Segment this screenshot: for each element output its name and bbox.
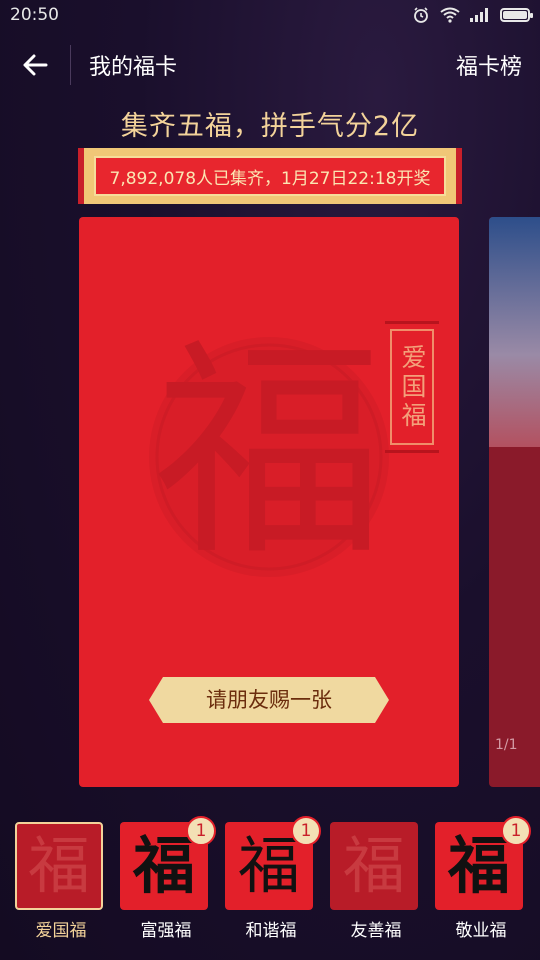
header-divider	[70, 45, 71, 85]
fu-icon: 福	[342, 829, 405, 902]
tray-item-jingye[interactable]: 福 1 敬业福	[435, 816, 531, 941]
slogan: 集齐五福，拼手气分2亿	[120, 111, 420, 142]
tray-item-hexie[interactable]: 福 1 和谐福	[225, 816, 321, 941]
rank-link[interactable]: 福卡榜	[456, 49, 522, 81]
tray-thumb: 福	[330, 822, 418, 910]
next-card-preview[interactable]: 1/1	[489, 217, 540, 787]
back-button[interactable]	[0, 30, 70, 100]
alarm-icon	[414, 7, 428, 23]
tray-item-label: 和谐福	[245, 921, 297, 941]
tray-item-label: 富强福	[140, 921, 192, 941]
tray-item-label: 友善福	[350, 921, 402, 941]
tray-thumb: 福	[15, 822, 103, 910]
tray-thumb: 福 1	[120, 816, 216, 910]
tray-item-aiguo[interactable]: 福 爱国福	[15, 822, 107, 941]
fu-icon: 福	[447, 829, 510, 902]
card-tray: 福 爱国福 福 1 富强福 福 1 和谐福 福 友善福 福 1 敬业福	[0, 816, 540, 960]
fu-emblem-glyph: 福	[154, 320, 384, 587]
ask-friend-button[interactable]: 请朋友赐一张	[149, 677, 389, 723]
battery-icon	[500, 8, 533, 22]
tray-item-fuqiang[interactable]: 福 1 富强福	[120, 816, 216, 941]
status-icons	[412, 6, 533, 24]
lottery-banner-text: 7,892,078人已集齐，1月27日22:18开奖	[94, 156, 446, 196]
tray-item-youshan[interactable]: 福 友善福	[330, 822, 422, 941]
card-type-label: 爱国福	[385, 321, 439, 453]
fu-emblem: 福	[139, 307, 399, 611]
fu-icon: 福	[237, 829, 300, 902]
status-bar: 20:50	[0, 0, 540, 30]
tray-thumb: 福 1	[435, 816, 531, 910]
ask-friend-label: 请朋友赐一张	[206, 688, 332, 712]
count-badge: 1	[291, 816, 321, 846]
tray-item-label: 爱国福	[35, 921, 87, 941]
lottery-banner: 7,892,078人已集齐，1月27日22:18开奖	[78, 148, 462, 204]
card-type-text: 爱国福	[390, 329, 434, 445]
count-badge: 1	[186, 816, 216, 846]
fu-icon: 福	[132, 829, 195, 902]
next-card-image	[489, 217, 540, 447]
status-time: 20:50	[10, 5, 59, 25]
next-card-counter: 1/1	[495, 737, 518, 753]
count-badge: 1	[501, 816, 531, 846]
signal-icon	[470, 8, 488, 22]
tray-item-label: 敬业福	[455, 921, 507, 941]
tray-thumb: 福 1	[225, 816, 321, 910]
wifi-icon	[440, 7, 460, 23]
header: 我的福卡 福卡榜	[0, 30, 540, 100]
fortune-card[interactable]: 福 爱国福 请朋友赐一张	[79, 217, 459, 787]
arrow-left-icon	[23, 54, 48, 76]
page-title: 我的福卡	[89, 55, 178, 80]
fu-icon: 福	[27, 829, 90, 902]
